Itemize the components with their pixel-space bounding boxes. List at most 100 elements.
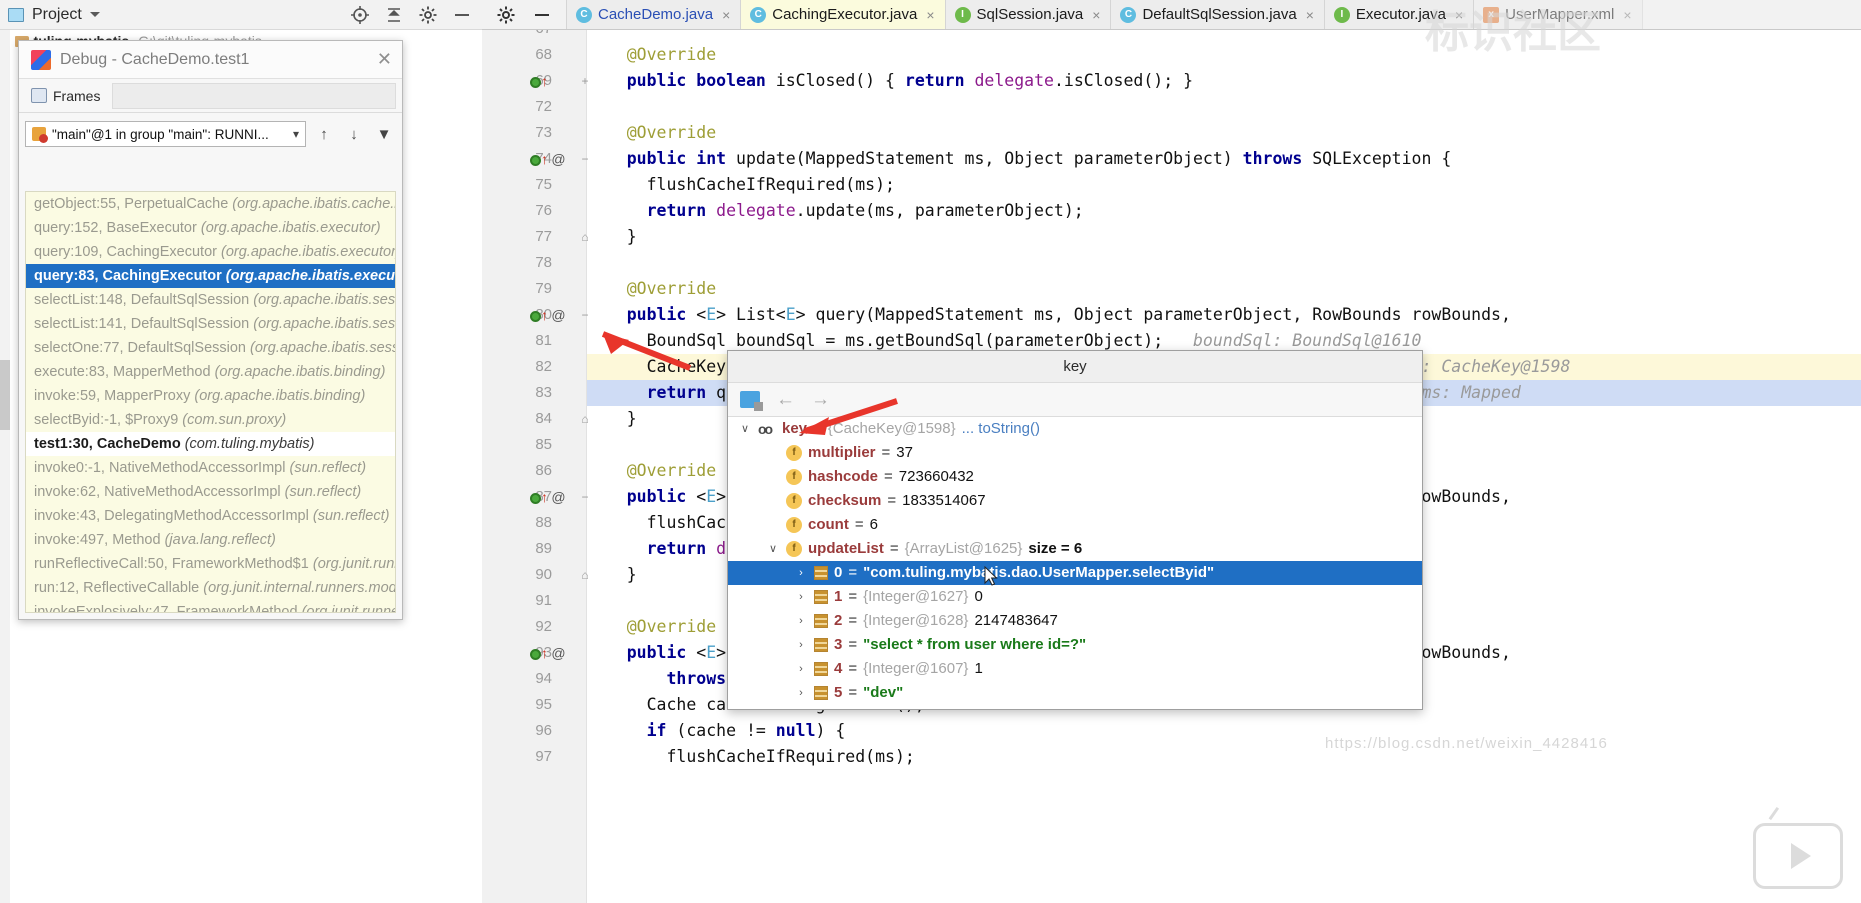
editor-tabstrip[interactable]: C CacheDemo.java × C CachingExecutor.jav… (482, 0, 1861, 30)
frame-list-item[interactable]: selectOne:77, DefaultSqlSession (org.apa… (26, 336, 395, 360)
frame-list-item[interactable]: execute:83, MapperMethod (org.apache.iba… (26, 360, 395, 384)
value-tree-row[interactable]: f multiplier = 37 (728, 441, 1422, 465)
frame-list-item[interactable]: selectList:148, DefaultSqlSession (org.a… (26, 288, 395, 312)
code-line[interactable]: public int update(MappedStatement ms, Ob… (587, 146, 1861, 172)
gutter-run-icon[interactable]: ↑ @ (530, 640, 576, 666)
value-tree-row[interactable]: f hashcode = 723660432 (728, 465, 1422, 489)
frame-list-item[interactable]: selectByid:-1, $Proxy9 (com.sun.proxy) (26, 408, 395, 432)
value-text: 6 (869, 516, 878, 533)
value-tree-row[interactable]: ∨ oo key = {CacheKey@1598} ... toString() (728, 417, 1422, 441)
minimize-icon[interactable] (452, 5, 472, 25)
value-tree-row[interactable]: › 4 = {Integer@1607} 1 (728, 657, 1422, 681)
value-tree-row[interactable]: ∨ f updateList = {ArrayList@1625} size = 6 (728, 537, 1422, 561)
collapse-all-icon[interactable] (384, 5, 404, 25)
frame-list-item[interactable]: query:152, BaseExecutor (org.apache.ibat… (26, 216, 395, 240)
frame-list-item[interactable]: invoke:43, DelegatingMethodAccessorImpl … (26, 504, 395, 528)
code-line[interactable] (587, 94, 1861, 120)
value-tree-row[interactable]: › 0 = "com.tuling.mybatis.dao.UserMapper.se… (728, 561, 1422, 585)
code-line[interactable]: @Override (587, 42, 1861, 68)
gutter-run-icon[interactable]: ↑ (530, 68, 576, 94)
expand-toggle-icon[interactable]: › (794, 609, 808, 633)
frame-list-item[interactable]: runReflectiveCall:50, FrameworkMethod$1 … (26, 552, 395, 576)
line-number: 83 (535, 384, 552, 401)
frame-list-item[interactable]: query:83, CachingExecutor (org.apache.ib… (26, 264, 395, 288)
value-tree-row[interactable]: › 3 = "select * from user where id=?" (728, 633, 1422, 657)
frame-list-item[interactable]: getObject:55, PerpetualCache (org.apache… (26, 192, 395, 216)
editor-tab-cachedemo[interactable]: C CacheDemo.java × (567, 0, 742, 29)
code-line[interactable]: @Override (587, 120, 1861, 146)
frame-list-item[interactable]: run:12, ReflectiveCallable (org.junit.in… (26, 576, 395, 600)
close-icon[interactable]: × (1092, 7, 1100, 23)
value-text: "com.tuling.mybatis.dao.UserMapper.selec… (863, 564, 1215, 581)
code-line[interactable] (587, 30, 1861, 42)
value-tree-row[interactable]: › 1 = {Integer@1627} 0 (728, 585, 1422, 609)
frame-list-item[interactable]: test1:30, CacheDemo (com.tuling.mybatis) (26, 432, 395, 456)
frame-list-item[interactable]: invoke0:-1, NativeMethodAccessorImpl (su… (26, 456, 395, 480)
frame-list-item[interactable]: invoke:59, MapperProxy (org.apache.ibati… (26, 384, 395, 408)
frame-method: run:12, ReflectiveCallable (34, 580, 200, 596)
value-tree-row[interactable]: › 5 = "dev" (728, 681, 1422, 705)
chevron-down-icon[interactable]: ▾ (293, 127, 299, 141)
key-value-tree[interactable]: ∨ oo key = {CacheKey@1598}... toString() f mul… (728, 417, 1422, 709)
expand-toggle-icon[interactable]: ∨ (738, 417, 752, 441)
frame-list-item[interactable]: selectList:141, DefaultSqlSession (org.a… (26, 312, 395, 336)
thread-selector-combo[interactable]: "main"@1 in group "main": RUNNI... ▾ (25, 121, 306, 147)
close-icon[interactable]: × (1306, 7, 1314, 23)
expand-toggle-icon[interactable]: ∨ (766, 537, 780, 561)
key-popup-toolbar[interactable]: ← → (728, 383, 1422, 417)
line-number: 76 (535, 202, 552, 219)
code-line[interactable]: if (cache != null) { (587, 718, 1861, 744)
expand-toggle-icon[interactable]: › (794, 561, 808, 585)
code-line[interactable]: public <E> List<E> query(MappedStatement… (587, 302, 1861, 328)
close-icon[interactable]: × (1623, 7, 1631, 23)
value-tree-row[interactable]: f checksum = 1833514067 (728, 489, 1422, 513)
close-icon[interactable]: ✕ (377, 49, 392, 70)
code-line[interactable]: @Override (587, 276, 1861, 302)
gutter-run-icon[interactable]: ↑ @ (530, 302, 576, 328)
editor-tab-defaultsqlsession[interactable]: C DefaultSqlSession.java × (1111, 0, 1325, 29)
code-line[interactable]: return delegate.update(ms, parameterObje… (587, 198, 1861, 224)
expand-toggle-icon[interactable]: › (794, 681, 808, 705)
editor-tab-sqlsession[interactable]: I SqlSession.java × (945, 0, 1112, 29)
gear-icon[interactable] (496, 5, 516, 25)
gear-icon[interactable] (418, 5, 438, 25)
back-arrow-icon[interactable]: ← (776, 389, 795, 411)
frame-list-item[interactable]: invoke:62, NativeMethodAccessorImpl (sun… (26, 480, 395, 504)
frames-list[interactable]: getObject:55, PerpetualCache (org.apache… (25, 191, 396, 613)
left-scroll-strip[interactable] (0, 30, 10, 903)
expand-toggle-icon[interactable]: › (794, 585, 808, 609)
value-text: 1 (974, 660, 983, 677)
code-line[interactable] (587, 250, 1861, 276)
debug-tab-row[interactable]: Frames (19, 79, 402, 113)
gutter-run-icon[interactable]: ↑ @ (530, 484, 576, 510)
frame-list-item[interactable]: query:109, CachingExecutor (org.apache.i… (26, 240, 395, 264)
debug-frames-window[interactable]: Debug - CacheDemo.test1 ✕ Frames "main"@… (18, 40, 403, 620)
key-inspect-popup[interactable]: key ← → ∨ oo key = {CacheKey@1598}... toStri… (727, 350, 1423, 710)
gutter-run-icon[interactable]: ↑ @ (530, 146, 576, 172)
code-line[interactable]: } (587, 224, 1861, 250)
frame-list-item[interactable]: invoke:497, Method (java.lang.reflect) (26, 528, 395, 552)
thread-selector-row[interactable]: "main"@1 in group "main": RUNNI... ▾ ↑ ↓… (25, 119, 396, 149)
code-line[interactable]: public boolean isClosed() { return deleg… (587, 68, 1861, 94)
filter-icon[interactable]: ▼ (372, 122, 396, 146)
locate-icon[interactable] (350, 5, 370, 25)
show-frame-icon[interactable] (740, 391, 763, 411)
value-tree-row[interactable]: › 2 = {Integer@1628} 2147483647 (728, 609, 1422, 633)
close-icon[interactable]: × (722, 7, 730, 23)
frame-list-item[interactable]: invokeExplosively:47, FrameworkMethod (o… (26, 600, 395, 612)
arrow-down-icon[interactable]: ↓ (342, 122, 366, 146)
editor-gutter[interactable]: 676869↑+727374↑ @−757677⌂787980↑ @−81828… (482, 30, 589, 903)
forward-arrow-icon[interactable]: → (811, 389, 830, 411)
close-icon[interactable]: × (926, 7, 934, 23)
value-tree-row[interactable]: f count = 6 (728, 513, 1422, 537)
expand-toggle-icon[interactable]: › (794, 657, 808, 681)
code-line[interactable]: flushCacheIfRequired(ms); (587, 744, 1861, 770)
code-line[interactable]: flushCacheIfRequired(ms); (587, 172, 1861, 198)
chevron-down-icon[interactable] (89, 12, 100, 17)
arrow-up-icon[interactable]: ↑ (312, 122, 336, 146)
scroll-thumb[interactable] (0, 360, 10, 430)
debug-window-titlebar: Debug - CacheDemo.test1 ✕ (19, 41, 402, 79)
editor-tab-cachingexecutor[interactable]: C CachingExecutor.java × (741, 0, 946, 29)
minimize-icon[interactable] (532, 5, 552, 25)
expand-toggle-icon[interactable]: › (794, 633, 808, 657)
